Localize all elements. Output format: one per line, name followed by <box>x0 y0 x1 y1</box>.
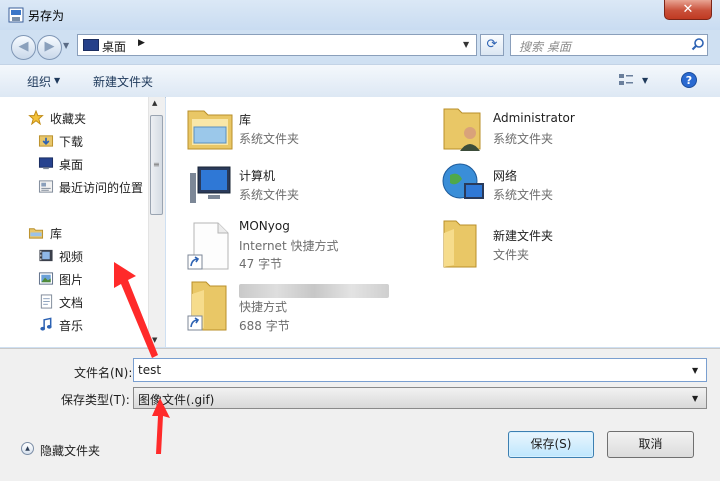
filename-dropdown-icon[interactable]: ▼ <box>692 366 698 375</box>
back-arrow-icon: ◀ <box>18 39 29 54</box>
save-dialog-icon <box>8 7 24 23</box>
sidebar-group-label: 收藏夹 <box>50 112 87 126</box>
file-size: 47 字节 <box>239 257 283 271</box>
hide-folders-icon[interactable]: ▲ <box>21 442 34 455</box>
scroll-up-icon[interactable]: ▲ <box>152 99 157 107</box>
sidebar-item-label: 视频 <box>59 250 84 264</box>
filename-value[interactable]: test <box>138 363 161 377</box>
sidebar-item-recent-places[interactable]: 最近访问的位置 <box>0 177 150 197</box>
music-icon <box>40 317 52 331</box>
annotation-arrow-down <box>152 398 170 454</box>
video-icon <box>39 249 53 262</box>
cancel-button[interactable]: 取消 <box>607 431 694 458</box>
scroll-grip-icon: ≡ <box>153 160 160 169</box>
pictures-icon <box>38 272 54 285</box>
organize-menu[interactable]: 组织 <box>27 73 51 90</box>
save-button[interactable]: 保存(S) <box>508 431 594 458</box>
file-item-new-folder[interactable]: 新建文件夹 文件夹 <box>438 215 698 271</box>
file-item-network[interactable]: 网络 系统文件夹 <box>438 159 698 209</box>
internet-shortcut-icon <box>187 222 229 270</box>
file-item-shortcut[interactable]: 快捷方式 688 字节 <box>184 278 424 336</box>
desktop-icon <box>38 157 54 170</box>
desktop-icon <box>83 39 99 51</box>
network-icon <box>442 163 484 199</box>
sidebar-item-label: 音乐 <box>59 319 84 333</box>
documents-icon <box>40 294 53 309</box>
address-location[interactable]: 桌面 <box>102 38 126 55</box>
star-icon <box>28 110 44 125</box>
refresh-button[interactable]: ⟳ <box>480 34 504 56</box>
sidebar-item-label: 桌面 <box>59 158 84 172</box>
address-dropdown-icon[interactable]: ▼ <box>463 40 469 49</box>
sidebar-item-label: 最近访问的位置 <box>59 181 144 195</box>
download-folder-icon <box>38 135 54 147</box>
hide-folders-toggle[interactable]: 隐藏文件夹 <box>40 442 100 459</box>
view-options-icon[interactable] <box>618 72 634 88</box>
title-bar: 另存为 ✕ <box>0 0 720 30</box>
file-type: 文件夹 <box>493 248 530 262</box>
file-name: 网络 <box>493 169 518 183</box>
close-button[interactable]: ✕ <box>664 0 712 20</box>
search-icon[interactable] <box>691 37 705 51</box>
address-bar[interactable]: 桌面 ▶ ▼ <box>77 34 477 56</box>
file-type: 系统文件夹 <box>493 188 554 202</box>
file-type: 系统文件夹 <box>239 188 300 202</box>
help-icon[interactable]: ? <box>681 72 697 88</box>
close-icon: ✕ <box>682 2 694 17</box>
filename-input[interactable]: test ▼ <box>133 358 707 382</box>
sidebar-group-libraries[interactable]: 库 <box>0 223 150 243</box>
library-icon <box>28 228 44 239</box>
file-type: 系统文件夹 <box>239 132 300 146</box>
folder-icon <box>443 220 477 268</box>
file-type: Internet 快捷方式 <box>239 239 339 253</box>
organize-dropdown-icon[interactable]: ▼ <box>54 76 60 85</box>
sidebar-item-downloads[interactable]: 下载 <box>0 131 150 151</box>
file-item-computer[interactable]: 计算机 系统文件夹 <box>184 159 424 209</box>
sidebar-item-label: 下载 <box>59 135 84 149</box>
library-folder-icon <box>187 110 233 150</box>
shortcut-folder-icon <box>187 281 227 331</box>
blurred-file-name <box>239 284 389 298</box>
sidebar-item-desktop[interactable]: 桌面 <box>0 154 150 174</box>
save-as-dialog: 另存为 ✕ ◀ ▶ ▼ 桌面 ▶ ▼ ⟳ 搜索 桌面 组织 ▼ 新建文件夹 ▼ … <box>0 0 720 481</box>
window-title: 另存为 <box>28 9 65 23</box>
back-button[interactable]: ◀ <box>11 35 36 60</box>
file-item-monyog[interactable]: MONyog Internet 快捷方式 47 字节 <box>184 215 424 273</box>
file-name: 库 <box>239 113 252 127</box>
file-size: 688 字节 <box>239 319 290 333</box>
sidebar-group-favorites[interactable]: 收藏夹 <box>0 108 150 128</box>
recent-pages-dropdown-icon[interactable]: ▼ <box>63 41 69 50</box>
forward-button[interactable]: ▶ <box>37 35 62 60</box>
command-toolbar: 组织 ▼ 新建文件夹 ▼ ? <box>0 64 720 98</box>
sidebar-group-label: 库 <box>50 227 63 241</box>
filetype-select[interactable]: 图像文件(.gif) ▼ <box>133 387 707 409</box>
breadcrumb-chevron-icon[interactable]: ▶ <box>138 38 145 48</box>
computer-icon <box>190 166 231 203</box>
file-name: 新建文件夹 <box>493 229 554 243</box>
file-type: 快捷方式 <box>239 300 288 314</box>
new-folder-button[interactable]: 新建文件夹 <box>93 73 153 90</box>
view-dropdown-icon[interactable]: ▼ <box>642 76 648 85</box>
file-item-administrator[interactable]: Administrator 系统文件夹 <box>438 103 698 153</box>
file-type: 系统文件夹 <box>493 132 554 146</box>
file-name: 计算机 <box>239 169 276 183</box>
search-input[interactable]: 搜索 桌面 <box>510 34 708 56</box>
sidebar-item-label: 图片 <box>59 273 84 287</box>
file-item-library[interactable]: 库 系统文件夹 <box>184 103 424 153</box>
filetype-dropdown-icon[interactable]: ▼ <box>692 394 698 403</box>
search-placeholder: 搜索 桌面 <box>519 40 571 54</box>
annotation-arrow-up <box>114 262 158 358</box>
sidebar-item-label: 文档 <box>59 296 84 310</box>
user-folder-icon <box>443 108 481 151</box>
file-name: Administrator <box>493 111 575 125</box>
file-name: MONyog <box>239 219 290 233</box>
recent-places-icon <box>38 180 54 193</box>
forward-arrow-icon: ▶ <box>44 39 55 54</box>
filename-label: 文件名(N): <box>74 366 133 380</box>
refresh-icon: ⟳ <box>486 37 498 52</box>
filetype-label: 保存类型(T): <box>61 393 130 407</box>
